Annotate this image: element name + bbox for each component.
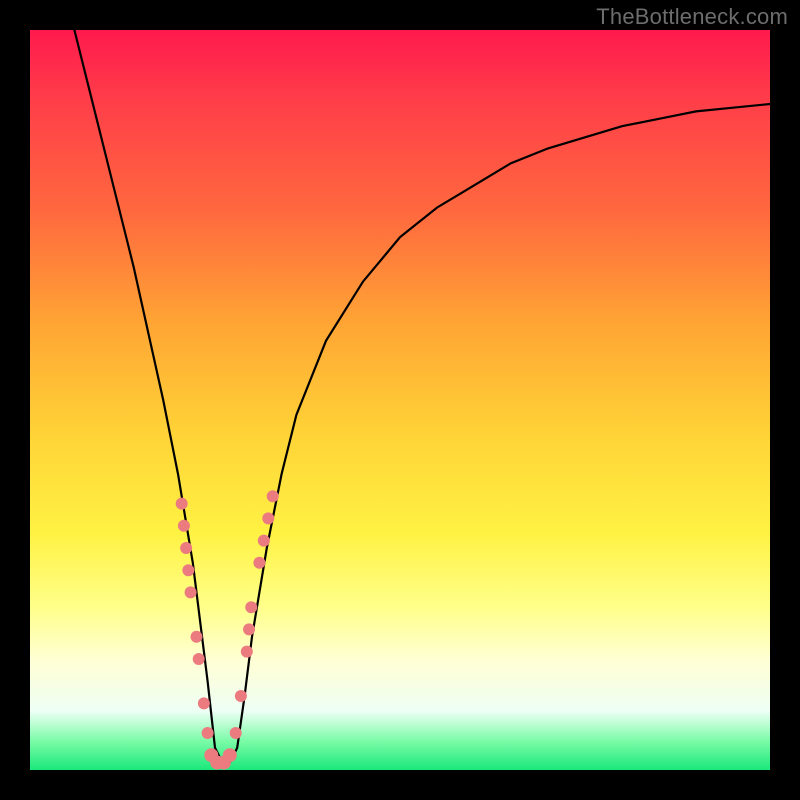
curve-marker [191,631,203,643]
curve-marker [258,535,270,547]
chart-plot-area [30,30,770,770]
curve-marker [223,748,237,762]
curve-marker [262,512,274,524]
curve-marker [235,690,247,702]
curve-marker [267,490,279,502]
curve-marker [253,557,265,569]
curve-marker [176,498,188,510]
curve-marker [245,601,257,613]
marker-group [176,490,279,769]
chart-frame: TheBottleneck.com [0,0,800,800]
curve-marker [243,623,255,635]
curve-marker [241,646,253,658]
watermark-text: TheBottleneck.com [596,4,788,30]
curve-marker [185,586,197,598]
curve-marker [230,727,242,739]
curve-marker [198,697,210,709]
curve-marker [180,542,192,554]
bottleneck-curve [74,30,770,763]
curve-marker [202,727,214,739]
curve-marker [182,564,194,576]
chart-svg [30,30,770,770]
curve-marker [178,520,190,532]
curve-marker [193,653,205,665]
